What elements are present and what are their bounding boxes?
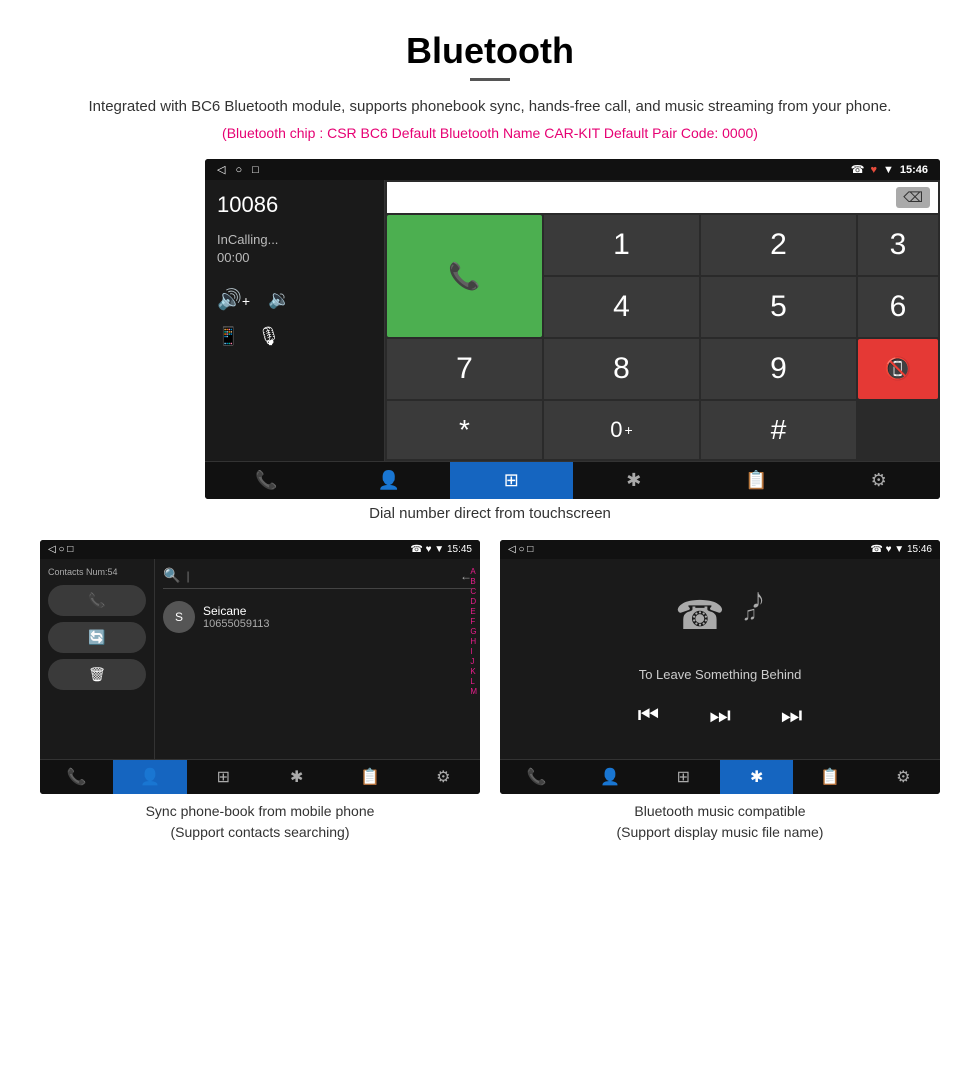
key-0[interactable]: 0+ (544, 401, 699, 459)
cnav-calls[interactable]: 📞 (40, 760, 113, 794)
music-navbar: 📞 👤 ⊞ ✱ 📋 ⚙ (500, 759, 940, 794)
contact-search-row: 🔍 ← (163, 567, 472, 589)
alphabet-sidebar: A B C D E F G H I J K L M (470, 567, 477, 696)
car-navbar: 📞 👤 ⊞ ✱ 📋 ⚙ (205, 461, 940, 499)
playback-controls: ⏮ ⏭ ⏭ (638, 702, 803, 730)
nav-calls[interactable]: 📞 (205, 462, 328, 499)
backspace-key[interactable]: ⌫ (896, 187, 930, 208)
mic-ctrl[interactable]: 🎙 (257, 326, 280, 347)
dialpad-area: ⌫ 1 2 3 📞 4 5 6 7 8 9 📵 (385, 180, 940, 461)
car-unit-full: ◁○□ ☎♥▼15:46 10086 InCalling... 00:00 🔊+… (205, 159, 940, 499)
mnav-contacts[interactable]: 👤 (573, 760, 646, 794)
incoming-number: 10086 (217, 192, 372, 218)
call-btn[interactable]: 📞 (48, 585, 146, 616)
vol-down-ctrl[interactable]: 🔉 (268, 289, 290, 310)
music-body: ☎ ♪ ♫ To Leave Something Behind ⏮ ⏭ ⏭ (500, 559, 940, 759)
page-description: Integrated with BC6 Bluetooth module, su… (40, 95, 940, 119)
music-note-icon2: ♫ (742, 603, 757, 626)
play-button[interactable]: ⏭ (709, 702, 731, 730)
sync-btn[interactable]: 🔄 (48, 622, 146, 653)
key-8[interactable]: 8 (544, 339, 699, 399)
prev-button[interactable]: ⏮ (638, 702, 660, 730)
nav-settings[interactable]: ⚙ (818, 462, 941, 499)
delete-btn[interactable]: 🗑 (48, 659, 146, 690)
key-6[interactable]: 6 (858, 277, 938, 337)
transfer-ctrl[interactable]: 📱 (217, 326, 239, 347)
main-caption: Dial number direct from touchscreen (40, 505, 940, 522)
contacts-list-panel: 🔍 ← S Seicane 10655059113 A (155, 559, 480, 759)
call-button[interactable]: 📞 (387, 215, 542, 337)
nav-dialpad[interactable]: ⊞ (450, 462, 573, 499)
next-button[interactable]: ⏭ (781, 702, 803, 730)
bottom-screenshots-row: ◁ ○ □ ☎ ♥ ▼ 15:45 Contacts Num:54 📞 🔄 🗑 … (40, 540, 940, 843)
hangup-button[interactable]: 📵 (858, 339, 938, 399)
contact-phone: 10655059113 (203, 618, 269, 630)
contact-name: Seicane (203, 604, 269, 618)
vol-up-ctrl[interactable]: 🔊+ (217, 287, 250, 312)
key-5[interactable]: 5 (701, 277, 856, 337)
contacts-left-panel: Contacts Num:54 📞 🔄 🗑 (40, 559, 155, 759)
cnav-bt[interactable]: ✱ (260, 760, 333, 794)
contacts-screen-wrapper: ◁ ○ □ ☎ ♥ ▼ 15:45 Contacts Num:54 📞 🔄 🗑 … (40, 540, 480, 843)
mnav-settings[interactable]: ⚙ (867, 760, 940, 794)
song-title: To Leave Something Behind (639, 667, 802, 682)
search-icon: 🔍 (163, 567, 180, 584)
key-9[interactable]: 9 (701, 339, 856, 399)
page-title: Bluetooth (40, 30, 940, 72)
car-statusbar: ◁○□ ☎♥▼15:46 (205, 159, 940, 180)
left-call-panel: 10086 InCalling... 00:00 🔊+ 🔉 📱 🎙 (205, 180, 385, 461)
phone-icon: ☎ (675, 593, 725, 639)
mnav-link[interactable]: 📋 (793, 760, 866, 794)
call-status-text: InCalling... (217, 232, 372, 247)
mnav-dialpad[interactable]: ⊞ (647, 760, 720, 794)
key-star2[interactable]: * (387, 401, 542, 459)
title-underline (470, 78, 510, 81)
key-1[interactable]: 1 (544, 215, 699, 275)
contact-avatar: S (163, 601, 195, 633)
contacts-caption: Sync phone-book from mobile phone(Suppor… (40, 801, 480, 843)
call-timer: 00:00 (217, 250, 372, 265)
cnav-contacts[interactable]: 👤 (113, 760, 186, 794)
nav-bluetooth[interactable]: ✱ (573, 462, 696, 499)
key-3[interactable]: 3 (858, 215, 938, 275)
music-screen-wrapper: ◁ ○ □ ☎ ♥ ▼ 15:46 ☎ ♪ ♫ To Leave Somethi… (500, 540, 940, 843)
bottom-keys-row: * 0+ # (387, 401, 938, 459)
music-caption: Bluetooth music compatible(Support displ… (500, 801, 940, 843)
keys-grid: 1 2 3 📞 4 5 6 7 8 9 📵 (387, 215, 938, 399)
mnav-bt[interactable]: ✱ (720, 760, 793, 794)
contacts-navbar: 📞 👤 ⊞ ✱ 📋 ⚙ (40, 759, 480, 794)
contact-item[interactable]: S Seicane 10655059113 (163, 597, 472, 637)
dialpad-input-row: ⌫ (387, 182, 938, 213)
key-hash[interactable]: # (701, 401, 856, 459)
music-visual: ☎ ♪ ♫ (675, 583, 765, 653)
nav-contacts[interactable]: 👤 (328, 462, 451, 499)
cnav-dialpad[interactable]: ⊞ (187, 760, 260, 794)
contact-search-input[interactable] (186, 569, 454, 583)
contacts-count: Contacts Num:54 (48, 567, 146, 577)
key-2[interactable]: 2 (701, 215, 856, 275)
key-4[interactable]: 4 (544, 277, 699, 337)
car-main-body: 10086 InCalling... 00:00 🔊+ 🔉 📱 🎙 ⌫ (205, 180, 940, 461)
music-screen: ◁ ○ □ ☎ ♥ ▼ 15:46 ☎ ♪ ♫ To Leave Somethi… (500, 540, 940, 794)
cnav-link[interactable]: 📋 (333, 760, 406, 794)
page-specs: (Bluetooth chip : CSR BC6 Default Blueto… (40, 125, 940, 141)
contacts-screen: ◁ ○ □ ☎ ♥ ▼ 15:45 Contacts Num:54 📞 🔄 🗑 … (40, 540, 480, 794)
mnav-calls[interactable]: 📞 (500, 760, 573, 794)
nav-phone-link[interactable]: 📋 (695, 462, 818, 499)
cnav-settings[interactable]: ⚙ (407, 760, 480, 794)
key-7[interactable]: 7 (387, 339, 542, 399)
